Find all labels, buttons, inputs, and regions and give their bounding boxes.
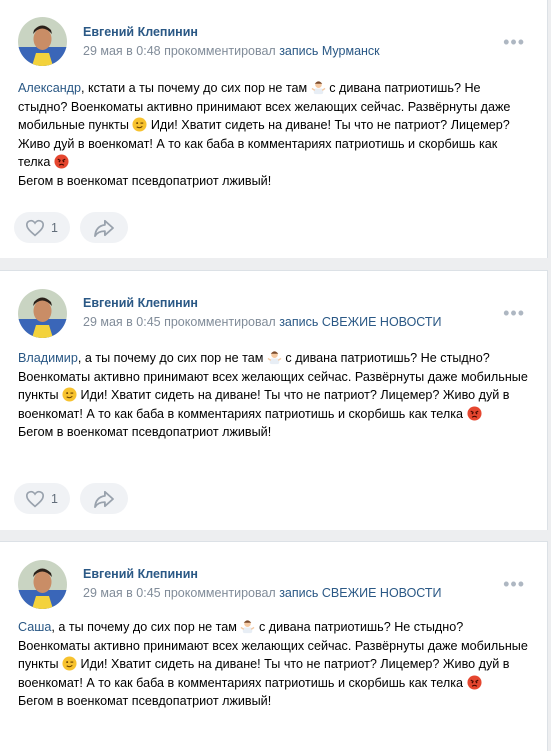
share-button[interactable] <box>80 483 128 514</box>
post-time[interactable]: 29 мая в 0:48 <box>83 44 161 58</box>
author-name[interactable]: Евгений Клепинин <box>83 567 198 581</box>
heart-icon <box>25 219 45 236</box>
post-meta: 29 мая в 0:45 прокомментировал запись СВ… <box>83 315 442 329</box>
wink-emoji-icon <box>62 387 77 402</box>
comment-text: Владимир, а ты почему до сих пор не там … <box>18 351 528 439</box>
like-button[interactable]: 1 <box>14 483 70 514</box>
wink-emoji-icon <box>62 656 77 671</box>
post-meta: 29 мая в 0:45 прокомментировал запись СВ… <box>83 586 442 600</box>
author-name[interactable]: Евгений Клепинин <box>83 296 198 310</box>
reply-to-link[interactable]: Александр <box>18 81 81 95</box>
ellipsis-icon[interactable]: ••• <box>503 33 525 51</box>
like-count: 1 <box>51 491 58 506</box>
post-card: Евгений Клепинин 29 мая в 0:45 прокоммен… <box>0 541 548 751</box>
post-meta: 29 мая в 0:48 прокомментировал запись Му… <box>83 44 380 58</box>
action-text: прокомментировал <box>160 315 280 329</box>
shrug-emoji-icon <box>311 81 326 95</box>
comment-text: Саша, а ты почему до сих пор не там с ди… <box>18 620 528 708</box>
activity-feed: Евгений Клепинин 29 мая в 0:48 прокоммен… <box>0 0 551 751</box>
shrug-emoji-icon <box>241 620 255 634</box>
post-time[interactable]: 29 мая в 0:45 <box>83 315 161 329</box>
share-icon <box>94 490 114 508</box>
target-link[interactable]: запись СВЕЖИЕ НОВОСТИ <box>279 315 441 329</box>
target-link[interactable]: запись Мурманск <box>279 44 379 58</box>
shrug-emoji-icon <box>267 351 282 365</box>
share-icon <box>94 219 114 237</box>
ellipsis-icon[interactable]: ••• <box>503 575 525 593</box>
reply-to-link[interactable]: Саша <box>18 620 51 634</box>
post-card: Евгений Клепинин 29 мая в 0:45 прокоммен… <box>0 270 548 530</box>
post-card: Евгений Клепинин 29 мая в 0:48 прокоммен… <box>0 0 548 258</box>
angry-emoji-icon <box>466 405 482 421</box>
avatar[interactable] <box>18 289 67 338</box>
comment-text: Александр, кстати а ты почему до сих пор… <box>18 81 511 188</box>
ellipsis-icon[interactable]: ••• <box>503 304 525 322</box>
action-text: прокомментировал <box>160 586 280 600</box>
like-count: 1 <box>51 220 58 235</box>
angry-emoji-icon <box>54 154 69 169</box>
avatar[interactable] <box>18 17 67 66</box>
post-time[interactable]: 29 мая в 0:45 <box>83 586 161 600</box>
avatar[interactable] <box>18 560 67 609</box>
angry-emoji-icon <box>466 674 482 690</box>
wink-emoji-icon <box>132 117 147 132</box>
action-text: прокомментировал <box>160 44 280 58</box>
share-button[interactable] <box>80 212 128 243</box>
reply-to-link[interactable]: Владимир <box>18 351 78 365</box>
author-name[interactable]: Евгений Клепинин <box>83 25 198 39</box>
like-button[interactable]: 1 <box>14 212 70 243</box>
target-link[interactable]: запись СВЕЖИЕ НОВОСТИ <box>279 586 441 600</box>
heart-icon <box>25 490 45 507</box>
